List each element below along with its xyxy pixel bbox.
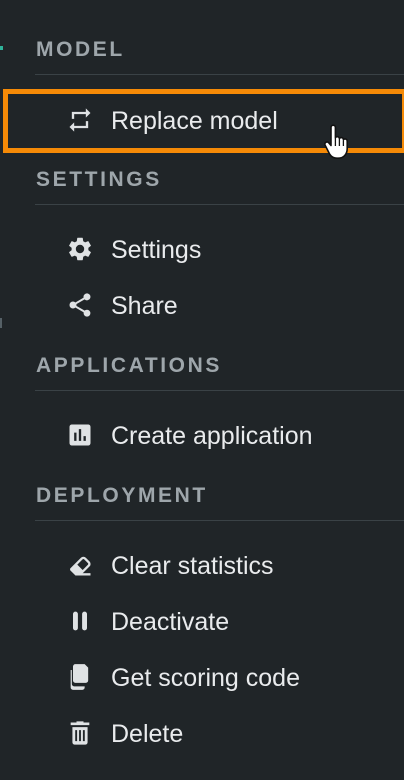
section-header-model: MODEL: [36, 38, 125, 61]
gear-icon: [66, 235, 94, 263]
section-header-applications: APPLICATIONS: [36, 354, 222, 377]
menu-item-create-application[interactable]: Create application: [0, 410, 404, 460]
section-divider: [35, 74, 404, 75]
menu-item-label: Deactivate: [111, 608, 230, 636]
hand-pointer-icon: [322, 124, 354, 160]
section-divider: [35, 390, 404, 391]
section-divider: [35, 520, 404, 521]
menu-item-deactivate[interactable]: Deactivate: [0, 596, 404, 646]
menu-item-get-scoring-code[interactable]: Get scoring code: [0, 652, 404, 702]
menu-item-share[interactable]: Share: [0, 280, 404, 330]
menu-item-label: Delete: [111, 720, 184, 748]
menu-item-label: Share: [111, 292, 178, 320]
menu-item-label: Settings: [111, 236, 202, 264]
menu-item-clear-statistics[interactable]: Clear statistics: [0, 540, 404, 590]
edge-accent: [0, 46, 3, 50]
section-header-settings: SETTINGS: [36, 168, 162, 191]
pause-icon: [66, 607, 94, 635]
trash-icon: [66, 719, 94, 747]
section-header-deployment: DEPLOYMENT: [36, 484, 208, 507]
eraser-icon: [66, 551, 94, 579]
chart-icon: [66, 421, 94, 449]
copy-icon: [66, 663, 94, 691]
share-icon: [66, 291, 94, 319]
menu-item-settings[interactable]: Settings: [0, 224, 404, 274]
actions-menu: MODEL Replace model SETTINGS Settings Sh…: [0, 0, 404, 780]
menu-item-label: Clear statistics: [111, 552, 274, 580]
menu-item-delete[interactable]: Delete: [0, 708, 404, 758]
replace-icon: [66, 106, 94, 134]
menu-item-label: Replace model: [111, 107, 278, 135]
menu-item-label: Get scoring code: [111, 664, 300, 692]
section-divider: [35, 204, 404, 205]
menu-item-label: Create application: [111, 422, 313, 450]
